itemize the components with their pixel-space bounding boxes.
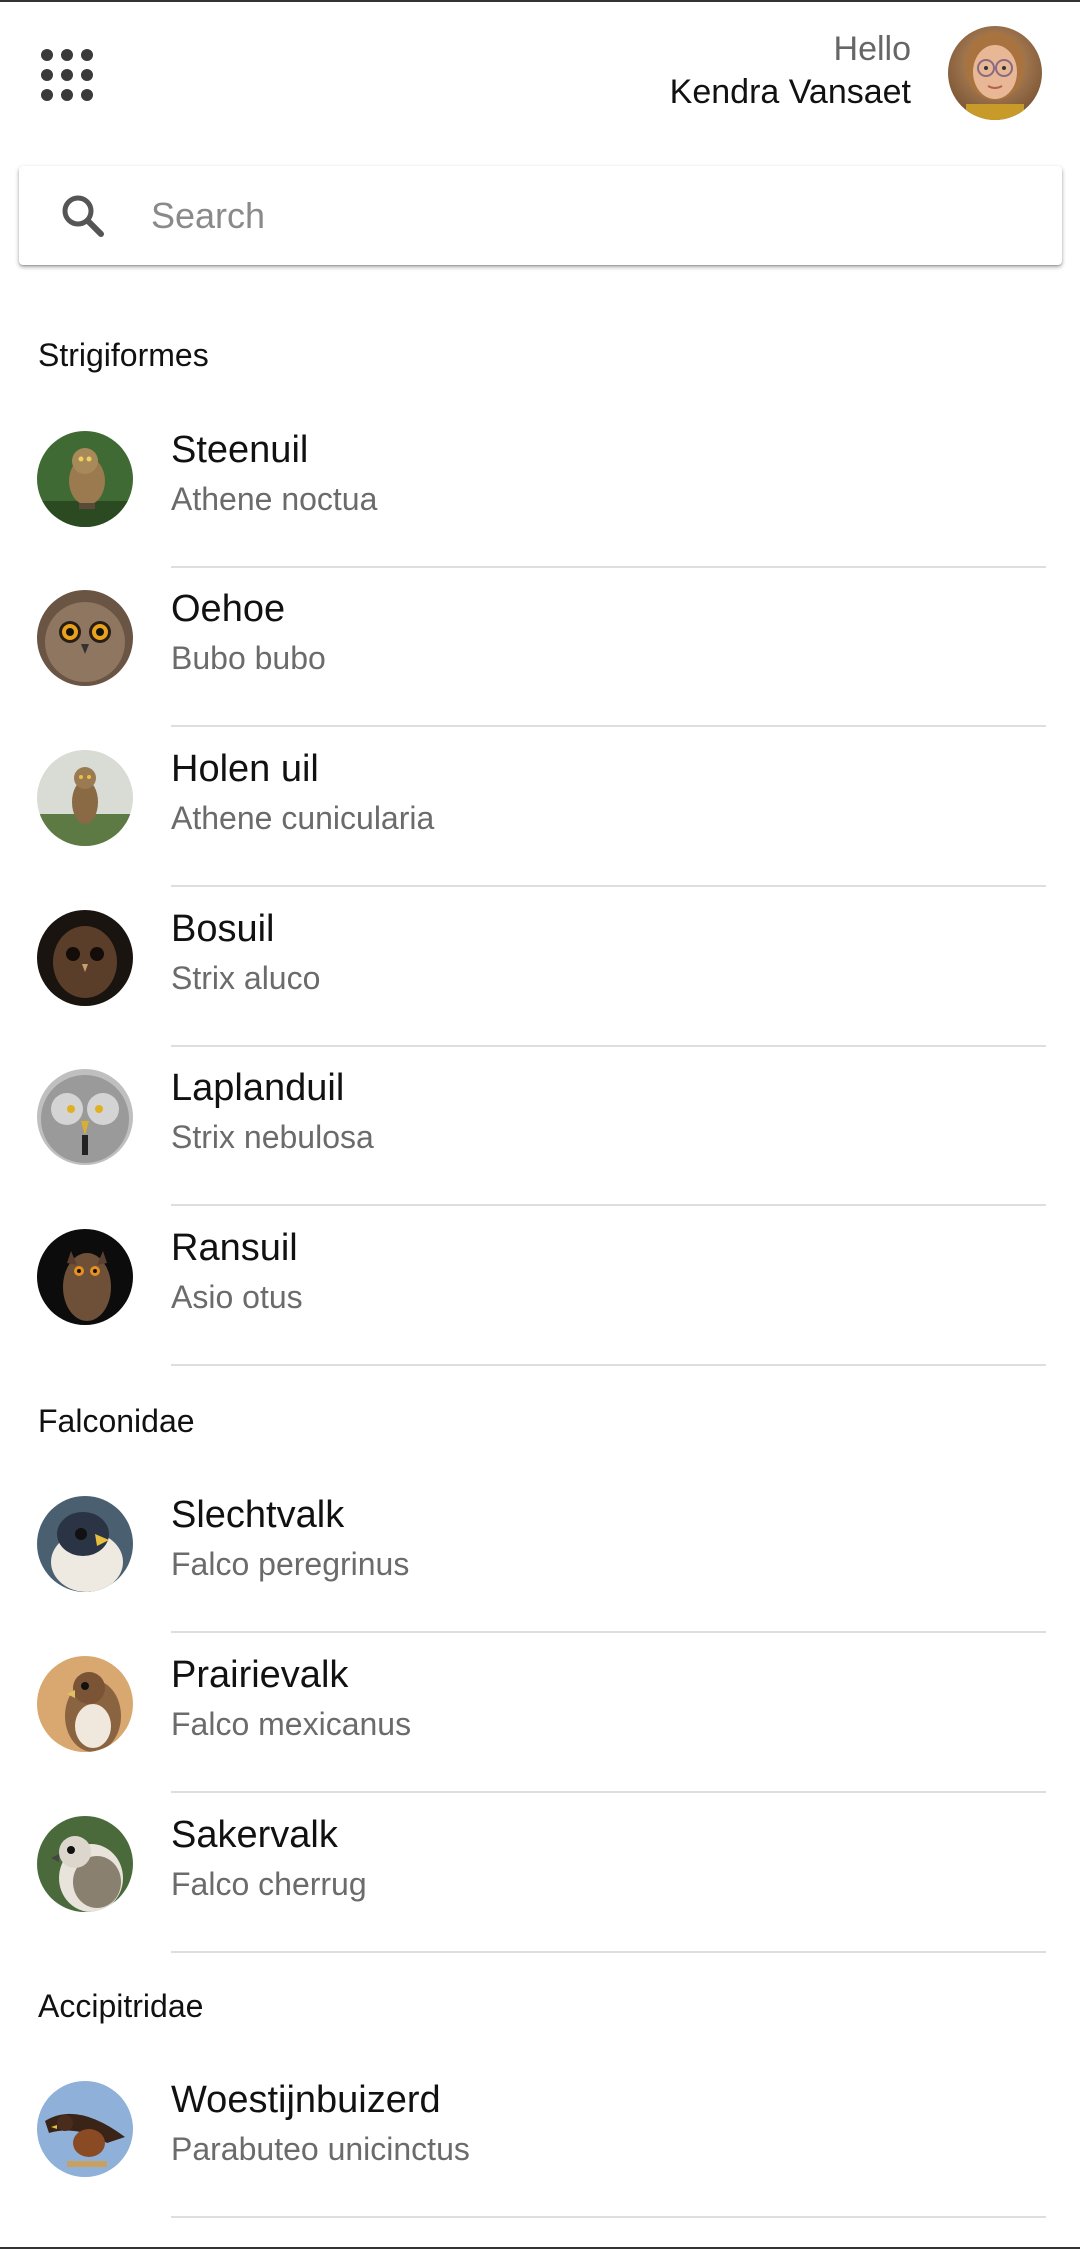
divider xyxy=(171,1364,1046,1366)
divider xyxy=(171,885,1046,887)
bird-thumbnail xyxy=(37,1816,133,1912)
item-latin-name: Falco cherrug xyxy=(171,1866,367,1902)
bird-thumbnail xyxy=(37,431,133,527)
divider xyxy=(171,2216,1046,2218)
list-item[interactable]: Holen uil Athene cunicularia xyxy=(0,728,1080,887)
list-item[interactable]: Bosuil Strix aluco xyxy=(0,888,1080,1047)
list-item[interactable]: Sakervalk Falco cherrug xyxy=(0,1794,1080,1953)
bird-thumbnail xyxy=(37,1229,133,1325)
greeting-text: Hello xyxy=(833,30,911,68)
search-icon[interactable] xyxy=(59,192,107,240)
item-latin-name: Falco peregrinus xyxy=(171,1546,410,1582)
item-name: Woestijnbuizerd xyxy=(171,2079,441,2121)
list-item[interactable]: Oehoe Bubo bubo xyxy=(0,568,1080,727)
user-name: Kendra Vansaet xyxy=(669,73,911,111)
list-item[interactable]: Woestijnbuizerd Parabuteo unicinctus xyxy=(0,2059,1080,2218)
bird-thumbnail xyxy=(37,750,133,846)
item-name: Ransuil xyxy=(171,1227,298,1269)
divider xyxy=(171,1951,1046,1953)
list-item[interactable]: Ransuil Asio otus xyxy=(0,1207,1080,1366)
item-name: Steenuil xyxy=(171,429,309,471)
item-latin-name: Athene noctua xyxy=(171,481,378,517)
item-name: Slechtvalk xyxy=(171,1494,345,1536)
grid-apps-icon[interactable] xyxy=(40,48,94,102)
bird-thumbnail xyxy=(37,910,133,1006)
bird-thumbnail xyxy=(37,590,133,686)
search-bar xyxy=(19,166,1062,265)
list-item[interactable]: Prairievalk Falco mexicanus xyxy=(0,1634,1080,1793)
divider xyxy=(171,1791,1046,1793)
item-latin-name: Strix nebulosa xyxy=(171,1119,374,1155)
bird-thumbnail xyxy=(37,1496,133,1592)
section-header-accipitridae: Accipitridae xyxy=(38,1988,204,2024)
list-item[interactable]: Slechtvalk Falco peregrinus xyxy=(0,1474,1080,1633)
list-item[interactable]: Laplanduil Strix nebulosa xyxy=(0,1047,1080,1206)
divider xyxy=(171,1631,1046,1633)
item-name: Sakervalk xyxy=(171,1814,338,1856)
greeting-block: Hello Kendra Vansaet xyxy=(670,28,911,114)
section-header-falconidae: Falconidae xyxy=(38,1403,195,1439)
section-header-strigiformes: Strigiformes xyxy=(38,337,209,373)
item-latin-name: Bubo bubo xyxy=(171,640,326,676)
item-latin-name: Athene cunicularia xyxy=(171,800,435,836)
item-latin-name: Falco mexicanus xyxy=(171,1706,412,1742)
app-header: Hello Kendra Vansaet xyxy=(0,0,1080,150)
divider xyxy=(171,1204,1046,1206)
bird-thumbnail xyxy=(37,1069,133,1165)
item-name: Holen uil xyxy=(171,748,319,790)
bird-thumbnail xyxy=(37,1656,133,1752)
item-name: Bosuil xyxy=(171,908,275,950)
item-name: Laplanduil xyxy=(171,1067,345,1109)
item-name: Prairievalk xyxy=(171,1654,349,1696)
divider xyxy=(171,725,1046,727)
search-input[interactable] xyxy=(149,186,1033,246)
item-latin-name: Strix aluco xyxy=(171,960,321,996)
item-latin-name: Parabuteo unicinctus xyxy=(171,2131,470,2167)
list-item[interactable]: Steenuil Athene noctua xyxy=(0,409,1080,568)
item-latin-name: Asio otus xyxy=(171,1279,303,1315)
item-name: Oehoe xyxy=(171,588,286,630)
bird-thumbnail xyxy=(37,2081,133,2177)
user-avatar[interactable] xyxy=(948,26,1042,120)
